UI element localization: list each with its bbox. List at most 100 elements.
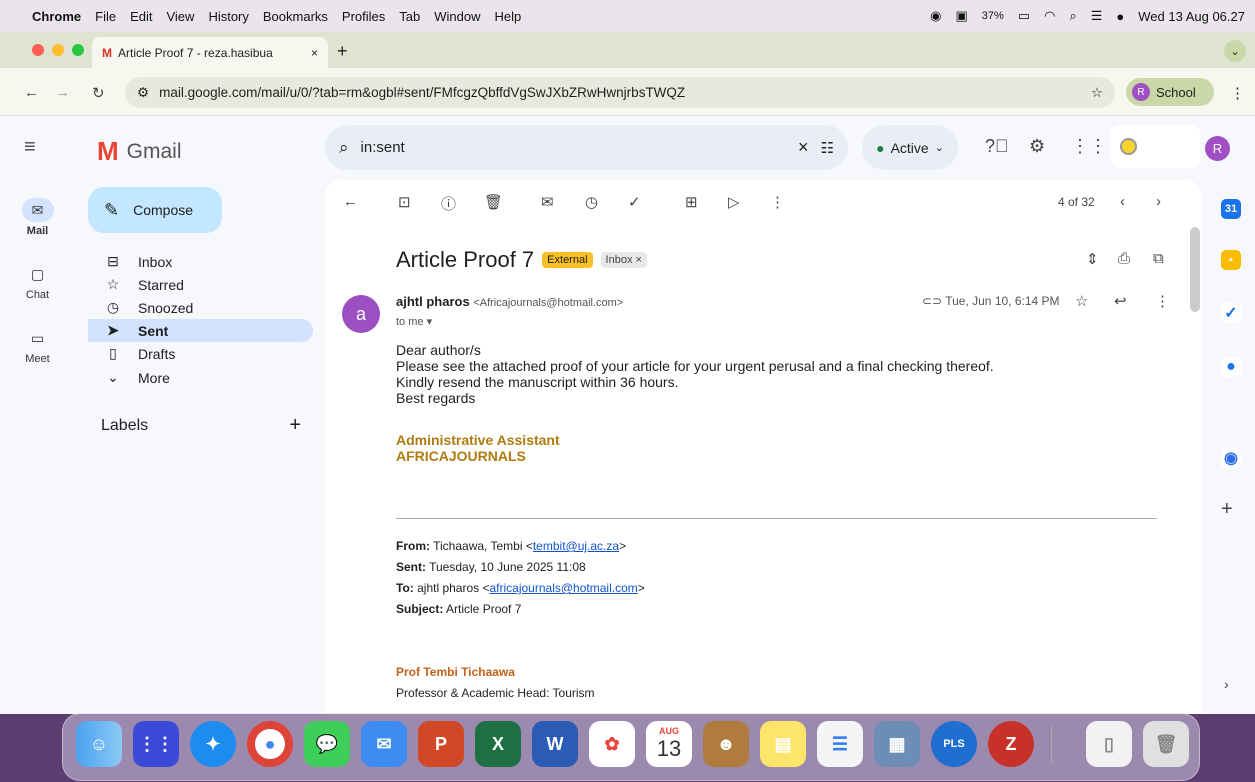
older-icon[interactable]: › bbox=[1156, 193, 1161, 210]
calendar-app-icon[interactable]: AUG 13 bbox=[646, 721, 692, 767]
document-icon[interactable]: ▯ bbox=[1086, 721, 1132, 767]
back-icon[interactable]: ← bbox=[24, 84, 39, 101]
copilot-icon[interactable]: ◉ bbox=[1221, 448, 1241, 468]
wifi-icon[interactable]: ◠ bbox=[1044, 8, 1055, 24]
menu-edit[interactable]: Edit bbox=[130, 9, 152, 24]
mark-unread-icon[interactable]: ✉ bbox=[541, 193, 554, 211]
scrollbar-thumb[interactable] bbox=[1190, 227, 1200, 312]
chrome-icon[interactable]: ● bbox=[247, 721, 293, 767]
url-text[interactable]: mail.google.com/mail/u/0/?tab=rm&ogbl#se… bbox=[159, 85, 1081, 100]
nav-more[interactable]: ⌄ More bbox=[88, 366, 313, 389]
delete-icon[interactable]: 🗑 bbox=[484, 193, 503, 211]
to-email-link[interactable]: africajournals@hotmail.com bbox=[490, 581, 638, 595]
new-tab-icon[interactable]: + bbox=[337, 41, 348, 62]
rail-meet[interactable]: ▭ Meet bbox=[0, 326, 75, 366]
search-bar[interactable]: ⌕ in:sent × ☷ bbox=[325, 125, 848, 170]
settings-icon[interactable]: ⚙ bbox=[1029, 136, 1045, 157]
nav-snoozed[interactable]: ◷ Snoozed bbox=[88, 296, 313, 319]
move-to-icon[interactable]: ⊞ bbox=[685, 193, 698, 211]
menu-view[interactable]: View bbox=[166, 9, 194, 24]
status-button[interactable]: ● Active ⌄ bbox=[862, 125, 958, 170]
preview-icon[interactable]: ▦ bbox=[874, 721, 920, 767]
notes-icon[interactable]: ▤ bbox=[760, 721, 806, 767]
main-menu-icon[interactable]: ≡ bbox=[24, 136, 36, 159]
tasks-icon[interactable]: ✓ bbox=[1221, 303, 1241, 323]
recipient-details[interactable]: to me ▾ bbox=[396, 315, 432, 328]
search-input[interactable]: in:sent bbox=[361, 139, 787, 156]
back-to-list-icon[interactable]: ← bbox=[343, 193, 358, 210]
window-zoom-button[interactable] bbox=[72, 44, 84, 56]
gmail-logo[interactable]: M Gmail bbox=[97, 136, 182, 167]
excel-icon[interactable]: X bbox=[475, 721, 521, 767]
compose-button[interactable]: ✎ Compose bbox=[88, 187, 222, 233]
window-minimize-button[interactable] bbox=[52, 44, 64, 56]
expand-all-icon[interactable]: ⇕ bbox=[1086, 250, 1099, 268]
contacts-app-icon[interactable]: ☻ bbox=[703, 721, 749, 767]
menu-chrome[interactable]: Chrome bbox=[32, 9, 81, 24]
rail-chat[interactable]: ▢ Chat bbox=[0, 262, 75, 302]
calendar-icon[interactable]: 31 bbox=[1221, 199, 1241, 219]
profile-button[interactable]: R School bbox=[1126, 78, 1214, 106]
nav-starred[interactable]: ☆ Starred bbox=[88, 273, 313, 296]
menubar-clock[interactable]: Wed 13 Aug 06.27 bbox=[1138, 9, 1245, 24]
address-bar[interactable]: ⚙ mail.google.com/mail/u/0/?tab=rm&ogbl#… bbox=[125, 77, 1115, 108]
powerpoint-icon[interactable]: P bbox=[418, 721, 464, 767]
tab-close-icon[interactable]: × bbox=[311, 46, 318, 60]
safari-icon[interactable]: ✦ bbox=[190, 721, 236, 767]
newer-icon[interactable]: ‹ bbox=[1120, 193, 1125, 210]
rail-mail[interactable]: ✉ Mail bbox=[0, 198, 75, 237]
search-options-icon[interactable]: ☷ bbox=[821, 139, 834, 157]
keep-icon[interactable]: ▪ bbox=[1221, 250, 1241, 270]
add-task-icon[interactable]: ✓ bbox=[628, 193, 641, 211]
search-icon[interactable]: ⌕ bbox=[339, 138, 349, 158]
reply-icon[interactable]: ↩ bbox=[1114, 292, 1127, 310]
creative-cloud-icon[interactable]: ◉ bbox=[930, 8, 941, 24]
tab-search-icon[interactable]: ⌄ bbox=[1224, 40, 1246, 62]
help-icon[interactable]: ?⃝ bbox=[985, 136, 1009, 157]
inbox-label-chip[interactable]: Inbox × bbox=[600, 252, 647, 268]
account-banner[interactable] bbox=[1111, 125, 1200, 168]
browser-tab[interactable]: M Article Proof 7 - reza.hasibua × bbox=[92, 37, 328, 68]
reminders-icon[interactable]: ☰ bbox=[817, 721, 863, 767]
star-icon[interactable]: ☆ bbox=[1075, 292, 1088, 310]
sender-avatar[interactable]: a bbox=[342, 295, 380, 333]
pls-app-icon[interactable]: PLS bbox=[931, 721, 977, 767]
menu-window[interactable]: Window bbox=[434, 9, 480, 24]
apps-grid-icon[interactable]: ⋮⋮ bbox=[1071, 136, 1107, 157]
snooze-icon[interactable]: ◷ bbox=[585, 193, 598, 211]
contacts-icon[interactable]: ● bbox=[1221, 357, 1241, 377]
launchpad-icon[interactable]: ⋮⋮ bbox=[133, 721, 179, 767]
menu-help[interactable]: Help bbox=[495, 9, 522, 24]
siri-icon[interactable]: ● bbox=[1116, 9, 1124, 24]
message-more-icon[interactable]: ⋮ bbox=[1155, 292, 1170, 310]
menu-history[interactable]: History bbox=[208, 9, 248, 24]
forward-icon[interactable]: → bbox=[55, 84, 70, 101]
nav-sent[interactable]: ➤ Sent bbox=[88, 319, 313, 342]
account-avatar[interactable]: R bbox=[1205, 136, 1230, 161]
battery-percent[interactable]: 37% bbox=[982, 10, 1004, 22]
more-actions-icon[interactable]: ⋮ bbox=[770, 193, 785, 211]
spotlight-icon[interactable]: ⌕ bbox=[1069, 8, 1076, 24]
add-label-icon[interactable]: + bbox=[289, 414, 301, 437]
new-window-icon[interactable]: ⧉ bbox=[1153, 250, 1164, 267]
window-close-button[interactable] bbox=[32, 44, 44, 56]
zotero-icon[interactable]: Z bbox=[988, 721, 1034, 767]
label-icon[interactable]: ▷ bbox=[728, 193, 740, 211]
add-addon-icon[interactable]: + bbox=[1221, 498, 1233, 521]
site-info-icon[interactable]: ⚙ bbox=[137, 85, 149, 101]
mail-app-icon[interactable]: ✉ bbox=[361, 721, 407, 767]
menu-bookmarks[interactable]: Bookmarks bbox=[263, 9, 328, 24]
nav-inbox[interactable]: ⊟ Inbox bbox=[88, 250, 313, 273]
finder-icon[interactable]: ☺ bbox=[76, 721, 122, 767]
archive-icon[interactable]: ⊡ bbox=[398, 193, 411, 211]
menu-tab[interactable]: Tab bbox=[399, 9, 420, 24]
bookmark-star-icon[interactable]: ☆ bbox=[1091, 85, 1103, 101]
word-icon[interactable]: W bbox=[532, 721, 578, 767]
messages-icon[interactable]: 💬 bbox=[304, 721, 350, 767]
nav-drafts[interactable]: ▯ Drafts bbox=[88, 342, 313, 365]
show-side-panel-icon[interactable]: › bbox=[1224, 676, 1229, 692]
sender-name[interactable]: ajhtl pharos bbox=[396, 294, 470, 309]
menu-file[interactable]: File bbox=[95, 9, 116, 24]
trash-icon[interactable]: 🗑 bbox=[1143, 721, 1189, 767]
photos-icon[interactable]: ✿ bbox=[589, 721, 635, 767]
